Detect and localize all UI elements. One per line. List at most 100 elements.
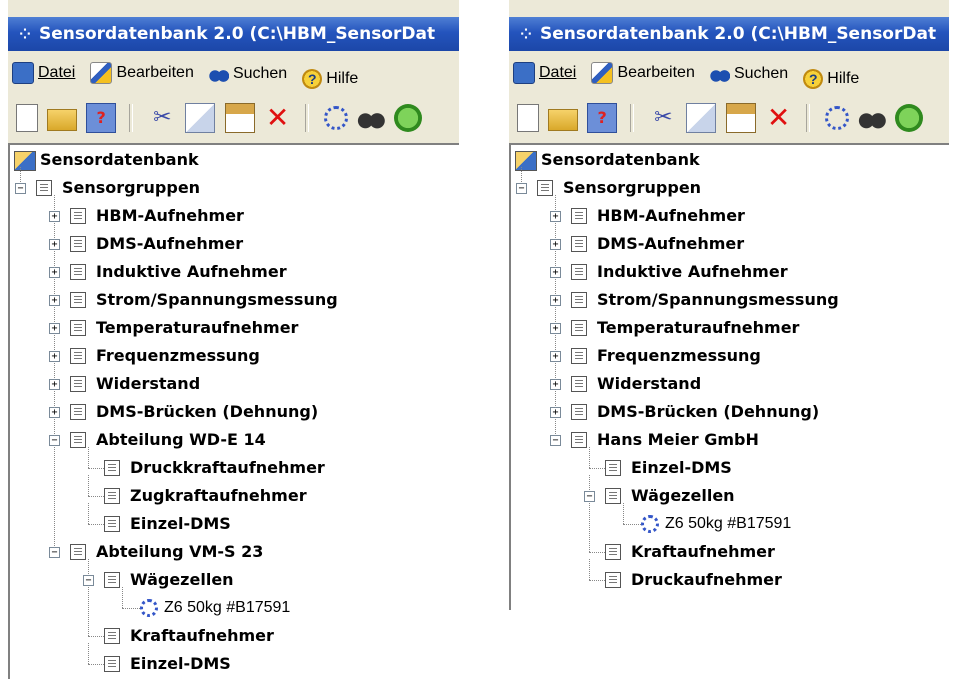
tree-node[interactable]: Einzel-DMS [130, 511, 231, 537]
folder-list-icon [571, 432, 587, 448]
tree-node[interactable]: Wägezellen [631, 483, 735, 509]
tree-node[interactable]: Temperaturaufnehmer [597, 315, 799, 341]
menu-datei[interactable]: Datei [513, 55, 576, 91]
tree-node[interactable]: Kraftaufnehmer [130, 623, 274, 649]
expand-button[interactable]: + [49, 267, 60, 278]
tree-node[interactable]: Druckaufnehmer [631, 567, 782, 593]
collapse-button[interactable]: − [83, 575, 94, 586]
tree-node[interactable]: Abteilung VM-S 23 [96, 539, 263, 565]
expand-button[interactable]: + [550, 211, 561, 222]
delete-icon[interactable]: ✕ [765, 104, 793, 132]
tree-node[interactable]: Wägezellen [130, 567, 234, 593]
find-icon[interactable] [356, 104, 385, 132]
tree-node[interactable]: Sensorgruppen [563, 175, 701, 201]
menu-hilfe[interactable]: ? Hilfe [302, 61, 358, 97]
tree-node[interactable]: HBM-Aufnehmer [96, 203, 244, 229]
collapse-button[interactable]: − [516, 183, 527, 194]
tree-node[interactable]: Druckkraftaufnehmer [130, 455, 325, 481]
new-icon[interactable] [16, 104, 38, 132]
tree-node[interactable]: Strom/Spannungsmessung [597, 287, 839, 313]
menu-hilfe[interactable]: ? Hilfe [803, 61, 859, 97]
paste-icon[interactable] [725, 103, 756, 133]
folder-list-icon [70, 404, 86, 420]
find-icon[interactable] [857, 104, 886, 132]
expand-button[interactable]: + [550, 295, 561, 306]
collapse-button[interactable]: − [15, 183, 26, 194]
tree-connector [589, 559, 590, 580]
help-icon[interactable]: ? [587, 103, 618, 133]
expand-button[interactable]: + [550, 407, 561, 418]
tree-node[interactable]: Einzel-DMS [130, 651, 231, 677]
tree-node[interactable]: Induktive Aufnehmer [597, 259, 788, 285]
menu-datei[interactable]: Datei [12, 55, 75, 91]
expand-button[interactable]: + [49, 211, 60, 222]
expand-button[interactable]: + [49, 407, 60, 418]
collapse-button[interactable]: − [49, 435, 60, 446]
tree-node[interactable]: Hans Meier GmbH [597, 427, 759, 453]
sensor-icon[interactable] [323, 106, 348, 130]
cut-icon[interactable]: ✂ [148, 104, 176, 132]
expand-button[interactable]: + [49, 379, 60, 390]
tree-node[interactable]: DMS-Aufnehmer [96, 231, 243, 257]
copy-icon[interactable] [185, 103, 216, 133]
tree-node[interactable]: HBM-Aufnehmer [597, 203, 745, 229]
tree-sensor-item[interactable]: Z6 50kg #B17591 [164, 595, 290, 621]
expand-button[interactable]: + [49, 239, 60, 250]
collapse-button[interactable]: − [49, 547, 60, 558]
tree-connector [122, 587, 123, 608]
tree-node[interactable]: Widerstand [96, 371, 200, 397]
expand-button[interactable]: + [49, 323, 60, 334]
tree-view[interactable]: Sensordatenbank − Sensorgruppen + HBM-Aufneh… [8, 143, 459, 679]
expand-button[interactable]: + [550, 379, 561, 390]
tree-root[interactable]: Sensordatenbank [40, 147, 199, 173]
database-icon [14, 151, 36, 171]
tree-node[interactable]: Abteilung WD-E 14 [96, 427, 266, 453]
copy-icon[interactable] [686, 103, 717, 133]
menu-suchen[interactable]: Suchen [208, 56, 287, 92]
tree-node[interactable]: Einzel-DMS [631, 455, 732, 481]
expand-button[interactable]: + [550, 267, 561, 278]
paste-icon[interactable] [224, 103, 255, 133]
save-icon [12, 62, 34, 84]
delete-icon[interactable]: ✕ [264, 104, 292, 132]
tree-node[interactable]: Zugkraftaufnehmer [130, 483, 307, 509]
folder-list-icon [571, 208, 587, 224]
tree-node[interactable]: Frequenzmessung [96, 343, 260, 369]
expand-button[interactable]: + [49, 295, 60, 306]
menu-suchen[interactable]: Suchen [709, 56, 788, 92]
next-icon[interactable] [895, 104, 924, 132]
expand-button[interactable]: + [550, 351, 561, 362]
tree-node[interactable]: Kraftaufnehmer [631, 539, 775, 565]
tree-node[interactable]: DMS-Brücken (Dehnung) [96, 399, 318, 425]
cut-icon[interactable]: ✂ [649, 104, 677, 132]
menu-bearbeiten[interactable]: Bearbeiten [591, 55, 695, 91]
help-icon[interactable]: ? [86, 103, 117, 133]
tree-node[interactable]: Temperaturaufnehmer [96, 315, 298, 341]
expand-button[interactable]: + [49, 351, 60, 362]
new-icon[interactable] [517, 104, 539, 132]
menu-bearbeiten[interactable]: Bearbeiten [90, 55, 194, 91]
tree-view[interactable]: Sensordatenbank − Sensorgruppen + HBM-Aufneh… [509, 143, 949, 610]
tree-node[interactable]: Sensorgruppen [62, 175, 200, 201]
open-icon[interactable] [548, 109, 579, 131]
tree-node[interactable]: DMS-Aufnehmer [597, 231, 744, 257]
tree-node[interactable]: Frequenzmessung [597, 343, 761, 369]
folder-list-icon [70, 320, 86, 336]
collapse-button[interactable]: − [550, 435, 561, 446]
tree-node[interactable]: Induktive Aufnehmer [96, 259, 287, 285]
title-bar[interactable]: ⁘ Sensordatenbank 2.0 (C:\HBM_SensorDat [8, 17, 459, 51]
sensor-icon [641, 515, 659, 533]
next-icon[interactable] [394, 104, 423, 132]
expand-button[interactable]: + [550, 239, 561, 250]
tree-root[interactable]: Sensordatenbank [541, 147, 700, 173]
tree-sensor-item[interactable]: Z6 50kg #B17591 [665, 511, 791, 537]
open-icon[interactable] [47, 109, 78, 131]
sensor-icon[interactable] [824, 106, 849, 130]
tree-connector [88, 643, 89, 664]
expand-button[interactable]: + [550, 323, 561, 334]
tree-node[interactable]: Strom/Spannungsmessung [96, 287, 338, 313]
tree-node[interactable]: Widerstand [597, 371, 701, 397]
tree-node[interactable]: DMS-Brücken (Dehnung) [597, 399, 819, 425]
title-bar[interactable]: ⁘ Sensordatenbank 2.0 (C:\HBM_SensorDat [509, 17, 949, 51]
collapse-button[interactable]: − [584, 491, 595, 502]
